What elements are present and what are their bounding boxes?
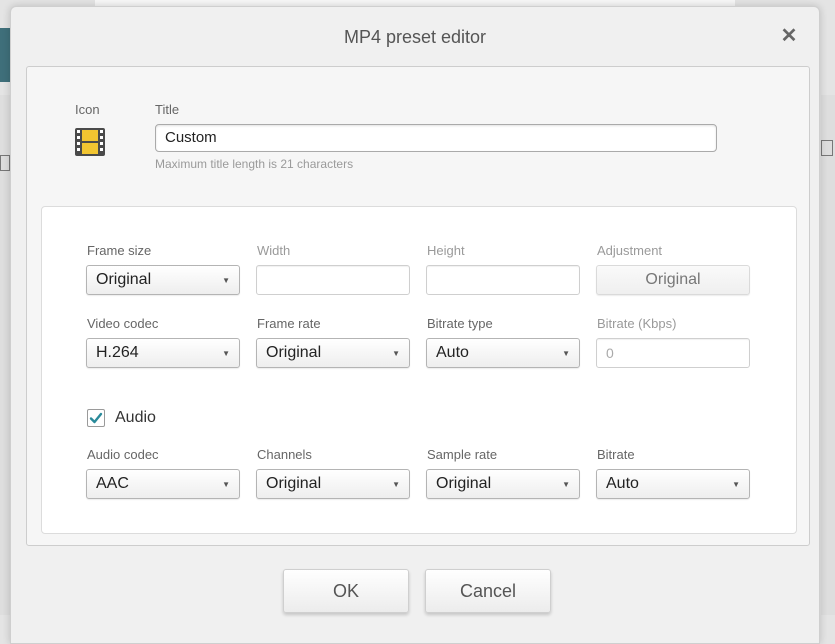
film-icon[interactable] — [74, 127, 106, 157]
height-label: Height — [427, 243, 465, 258]
video-bitrate-label: Bitrate (Kbps) — [597, 316, 677, 331]
bitrate-type-select[interactable]: Auto ▼ — [426, 338, 580, 368]
close-icon[interactable]: ✕ — [779, 26, 799, 46]
chevron-down-icon: ▼ — [222, 349, 230, 358]
audio-codec-value: AAC — [96, 475, 129, 492]
background-icon — [821, 140, 833, 156]
mp4-preset-editor-dialog: MP4 preset editor ✕ Icon Title Custom Ma… — [10, 6, 820, 644]
chevron-down-icon: ▼ — [562, 349, 570, 358]
video-bitrate-input[interactable]: 0 — [596, 338, 750, 368]
preset-content-panel: Icon Title Custom Maximum title length i… — [26, 66, 810, 546]
bitrate-type-label: Bitrate type — [427, 316, 493, 331]
width-input[interactable] — [256, 265, 410, 295]
icon-label: Icon — [75, 102, 100, 117]
settings-panel: Frame size Width Height Adjustment Origi… — [41, 206, 797, 534]
adjustment-button[interactable]: Original — [596, 265, 750, 295]
video-codec-select[interactable]: H.264 ▼ — [86, 338, 240, 368]
dialog-title: MP4 preset editor — [343, 27, 487, 47]
adjustment-label: Adjustment — [597, 243, 663, 258]
width-label: Width — [257, 243, 291, 258]
channels-label: Channels — [257, 447, 312, 462]
frame-rate-select[interactable]: Original ▼ — [256, 338, 410, 368]
frame-rate-label: Frame rate — [257, 316, 321, 331]
audio-codec-label: Audio codec — [87, 447, 159, 462]
title-input[interactable]: Custom — [155, 124, 717, 152]
frame-size-label: Frame size — [87, 243, 152, 258]
title-label: Title — [155, 102, 180, 117]
title-length-hint: Maximum title length is 21 characters — [155, 157, 354, 171]
video-codec-label: Video codec — [87, 316, 159, 331]
audio-bitrate-label: Bitrate — [597, 447, 635, 462]
video-codec-value: H.264 — [96, 344, 139, 361]
frame-size-select[interactable]: Original ▼ — [86, 265, 240, 295]
background-panel-right — [821, 95, 835, 615]
frame-size-value: Original — [96, 271, 152, 288]
ok-button[interactable]: OK — [283, 569, 409, 613]
audio-bitrate-select[interactable]: Auto ▼ — [596, 469, 750, 499]
sample-rate-value: Original — [436, 475, 492, 492]
chevron-down-icon: ▼ — [222, 276, 230, 285]
bitrate-type-value: Auto — [436, 344, 469, 361]
chevron-down-icon: ▼ — [732, 480, 740, 489]
checkmark-icon — [89, 412, 103, 424]
cancel-button[interactable]: Cancel — [425, 569, 551, 613]
frame-rate-value: Original — [266, 344, 322, 361]
audio-codec-select[interactable]: AAC ▼ — [86, 469, 240, 499]
background-icon — [0, 155, 10, 171]
sample-rate-select[interactable]: Original ▼ — [426, 469, 580, 499]
audio-checkbox-label[interactable]: Audio — [115, 409, 156, 427]
channels-select[interactable]: Original ▼ — [256, 469, 410, 499]
chevron-down-icon: ▼ — [562, 480, 570, 489]
chevron-down-icon: ▼ — [392, 480, 400, 489]
sample-rate-label: Sample rate — [427, 447, 498, 462]
audio-checkbox[interactable] — [87, 409, 105, 427]
chevron-down-icon: ▼ — [222, 480, 230, 489]
height-input[interactable] — [426, 265, 580, 295]
chevron-down-icon: ▼ — [392, 349, 400, 358]
channels-value: Original — [266, 475, 322, 492]
audio-bitrate-value: Auto — [606, 475, 639, 492]
